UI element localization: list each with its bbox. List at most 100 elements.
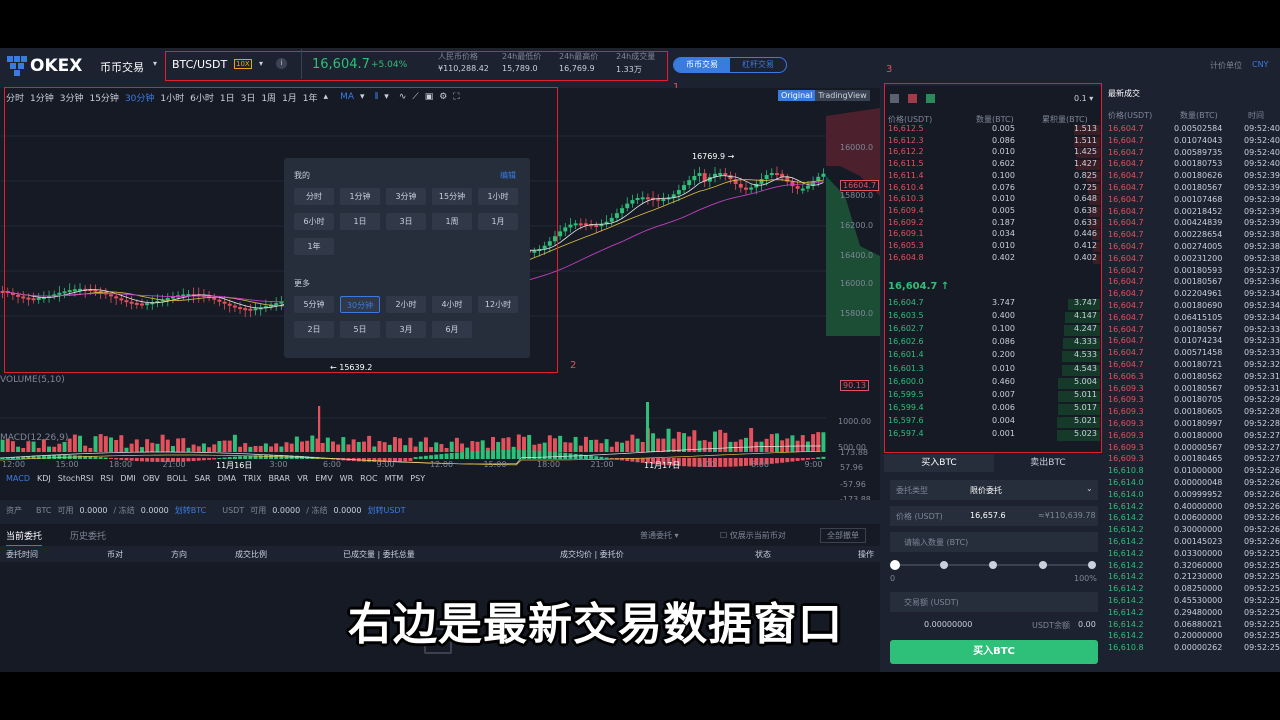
- trade-row: 16,604.7 0.00424839 09:52:39: [1108, 218, 1280, 228]
- total-field[interactable]: 交易额 (USDT): [890, 592, 1098, 612]
- macd-axis-label: 173.88: [840, 448, 868, 457]
- trade-row: 16,604.7 0.00180567 09:52:36: [1108, 277, 1280, 287]
- tab-history-orders[interactable]: 历史委托: [70, 529, 106, 542]
- indicator-tab[interactable]: KDJ: [37, 474, 51, 486]
- order-type-chevron-icon: ⌄: [1086, 484, 1093, 493]
- spot-menu[interactable]: 币币交易: [100, 59, 144, 75]
- amount-input[interactable]: 请输入数量 (BTC): [890, 532, 1098, 552]
- price-tag: 16604.7: [840, 180, 880, 191]
- time-axis-label: 11月16日: [216, 461, 253, 470]
- trade-row: 16,609.3 0.00180997 09:52:28: [1108, 419, 1280, 428]
- time-axis: 12:00 15:00 18:00 21:00 11月16日 3:00 6:00 9:00 12…: [0, 460, 830, 472]
- indicator-tab[interactable]: StochRSI: [58, 474, 94, 486]
- annotation-2: 2: [570, 360, 577, 371]
- buy-button[interactable]: 买入BTC: [890, 640, 1098, 664]
- transfer-btc-link[interactable]: 划转BTC: [175, 505, 207, 516]
- volume-label: VOLUME(5,10): [0, 375, 65, 385]
- trade-row: 16,614.2 0.03300000 09:52:25: [1108, 548, 1280, 558]
- indicator-tab[interactable]: DMI: [120, 474, 135, 486]
- brand-name: OKEX: [30, 56, 83, 76]
- assets-label: 资产: [6, 505, 22, 515]
- price-change: +5.04%: [371, 60, 408, 70]
- trade-row: 16,604.7 0.00502584 09:52:40: [1108, 124, 1280, 133]
- annotation-box-3: [884, 83, 1102, 453]
- pair-chevron-icon[interactable]: ▾: [259, 59, 263, 68]
- btc-frozen-label: / 冻结: [113, 505, 135, 515]
- indicator-tab[interactable]: VR: [297, 474, 308, 486]
- view-original[interactable]: Original: [778, 90, 816, 101]
- tab-buy[interactable]: 买入BTC: [884, 454, 994, 472]
- tab-current-orders[interactable]: 当前委托: [6, 529, 43, 547]
- trade-row: 16,604.7 0.00107468 09:52:39: [1108, 194, 1280, 204]
- btc-available-label: 可用: [57, 505, 74, 515]
- indicator-tab[interactable]: SAR: [194, 474, 210, 486]
- time-axis-label: 18:00: [537, 460, 561, 469]
- order-type-select[interactable]: 普通委托 ▾: [640, 530, 679, 541]
- indicator-tab[interactable]: TRIX: [243, 474, 261, 486]
- col-status: 状态: [755, 550, 771, 559]
- assets-bar: 资产 BTC 可用 0.0000 / 冻结 0.0000 划转BTC USDT …: [0, 500, 880, 520]
- macd-label: MACD(12,26,9): [0, 433, 69, 443]
- trade-row: 16,604.7 0.00218452 09:52:39: [1108, 206, 1280, 216]
- order-type-field[interactable]: 委托类型 限价委托 ⌄: [890, 480, 1098, 500]
- unit-selector[interactable]: CNY: [1252, 60, 1268, 69]
- slider-tick[interactable]: [989, 561, 997, 569]
- order-type-label: 委托类型: [896, 486, 928, 495]
- indicator-tab[interactable]: MACD: [6, 474, 30, 486]
- view-tradingview[interactable]: TradingView: [815, 90, 870, 101]
- pair-selector[interactable]: BTC/USDT: [172, 58, 227, 71]
- indicator-tab[interactable]: MTM: [385, 474, 404, 486]
- time-axis-label: 18:00: [109, 460, 133, 469]
- price-axis-label: 16200.0: [840, 221, 873, 230]
- chart-panel: 分时 1分钟 3分钟 15分钟 30分钟 1小时 6小时 1日 3日 1周 1月…: [0, 87, 880, 504]
- info-icon[interactable]: i: [276, 58, 287, 69]
- trade-row: 16,604.7 0.00180690 09:52:34: [1108, 301, 1280, 310]
- time-axis-label: 11月17日: [644, 461, 681, 470]
- slider-tick[interactable]: [1039, 561, 1047, 569]
- time-axis-label: 15:00: [483, 460, 507, 469]
- indicator-tab[interactable]: DMA: [218, 474, 237, 486]
- indicator-tab[interactable]: BOLL: [167, 474, 188, 486]
- trade-row: 16,609.3 0.00180465 09:52:27: [1108, 454, 1280, 464]
- trade-row: 16,614.2 0.32060000 09:52:25: [1108, 560, 1280, 570]
- volume-tag: 90.13: [840, 380, 869, 391]
- trade-row: 16,610.8 0.01000000 09:52:26: [1108, 466, 1280, 476]
- trade-row: 16,604.7 0.00571458 09:52:33: [1108, 348, 1280, 358]
- time-axis-label: 3:00: [697, 460, 716, 469]
- trade-row: 16,604.7 0.00180593 09:52:37: [1108, 265, 1280, 275]
- slider-tick[interactable]: [940, 561, 948, 569]
- trade-row: 16,604.7 0.00180753 09:52:40: [1108, 159, 1280, 169]
- trade-row: 16,606.3 0.00180562 09:52:31: [1108, 371, 1280, 381]
- price-field[interactable]: 价格 (USDT) 16,657.6 ≈¥110,639.78: [890, 506, 1098, 526]
- slider-tick[interactable]: [1088, 561, 1096, 569]
- time-axis-label: 6:00: [751, 460, 769, 469]
- slider-handle[interactable]: [890, 560, 900, 570]
- cancel-all-button[interactable]: 全部撤单: [820, 528, 866, 543]
- indicator-tab[interactable]: WR: [340, 474, 353, 486]
- trade-row: 16,614.2 0.20000000 09:52:25: [1108, 631, 1280, 641]
- only-current-checkbox[interactable]: ☐ 仅展示当前币对: [720, 530, 786, 541]
- tab-spot[interactable]: 币币交易: [674, 58, 730, 72]
- time-axis-label: 3:00: [269, 460, 288, 469]
- indicator-tab[interactable]: PSY: [410, 474, 425, 486]
- tab-margin[interactable]: 杠杆交易: [730, 58, 786, 72]
- tab-sell[interactable]: 卖出BTC: [994, 454, 1102, 472]
- high-marker: 16769.9 →: [692, 152, 735, 161]
- trade-row: 16,609.3 0.00180605 09:52:28: [1108, 407, 1280, 417]
- indicator-tab[interactable]: ROC: [360, 474, 377, 486]
- price-axis-label: 15800.0: [840, 309, 873, 318]
- trades-list: 16,604.7 0.00502584 09:52:40 16,604.7 0.0107…: [1104, 124, 1280, 668]
- time-axis-label: 21:00: [590, 460, 614, 469]
- indicator-tab[interactable]: BRAR: [268, 474, 290, 486]
- indicator-tab[interactable]: EMV: [315, 474, 332, 486]
- indicator-tab[interactable]: OBV: [143, 474, 160, 486]
- transfer-usdt-link[interactable]: 划转USDT: [367, 505, 405, 516]
- time-axis-label: 9:00: [376, 460, 395, 469]
- time-axis-label: 15:00: [55, 460, 79, 469]
- trade-row: 16,604.7 0.00228654 09:52:38: [1108, 230, 1280, 240]
- asset-btc: BTC: [36, 505, 52, 515]
- trade-row: 16,604.7 0.00274005 09:52:38: [1108, 242, 1280, 251]
- video-subtitle: 右边是最新交易数据窗口: [348, 599, 843, 650]
- trade-row: 16,604.7 0.00180626 09:52:39: [1108, 171, 1280, 181]
- indicator-tab[interactable]: RSI: [100, 474, 113, 486]
